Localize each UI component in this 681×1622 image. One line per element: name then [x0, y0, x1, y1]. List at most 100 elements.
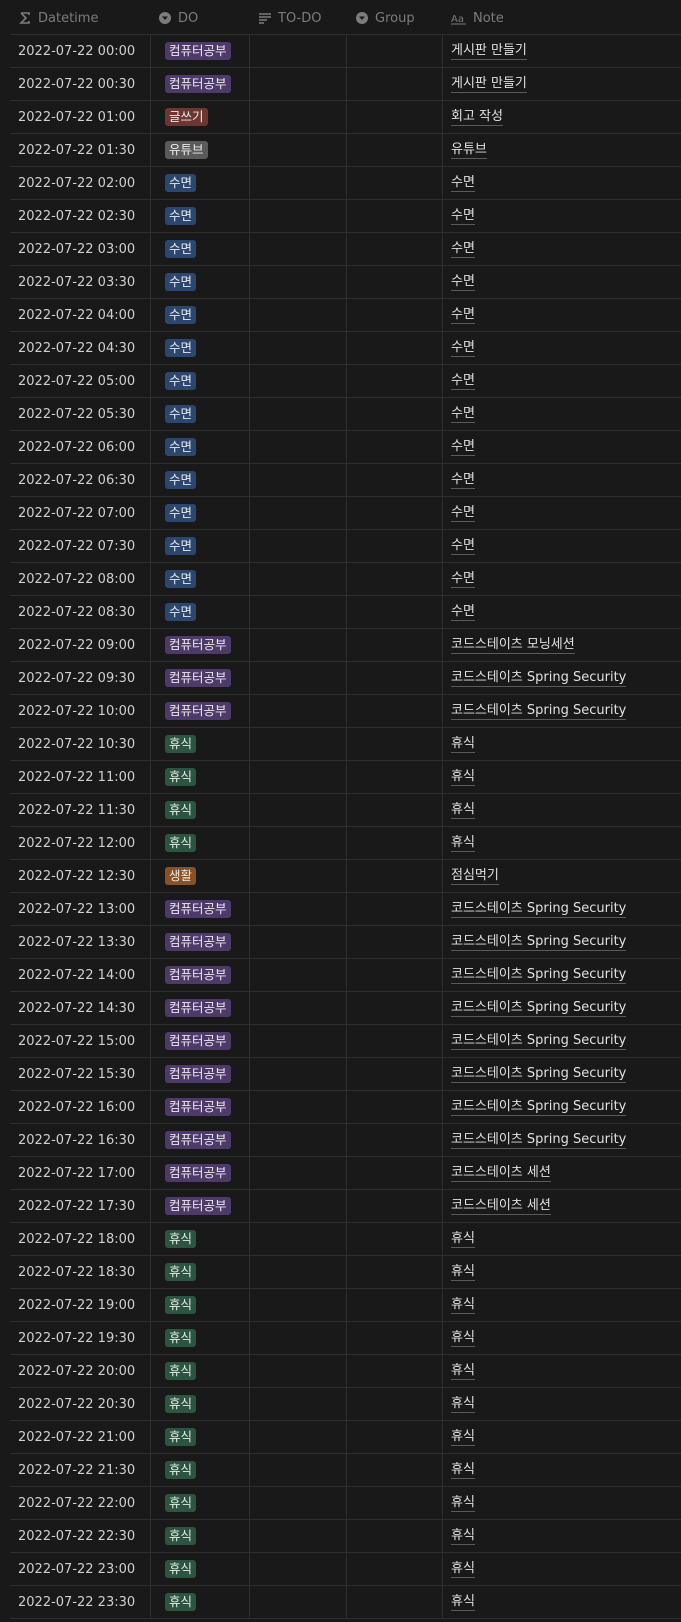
do-cell[interactable]: 휴식: [165, 728, 197, 760]
datetime-cell[interactable]: 2022-07-22 12:00: [18, 827, 135, 859]
group-cell[interactable]: [347, 992, 442, 1024]
group-cell[interactable]: [347, 233, 442, 265]
table-row[interactable]: 2022-07-22 05:30 수면 수면: [10, 398, 681, 431]
note-cell[interactable]: 코드스테이츠 Spring Security: [451, 992, 627, 1024]
todo-cell[interactable]: [250, 365, 346, 397]
note-cell[interactable]: 휴식: [451, 794, 475, 826]
datetime-cell[interactable]: 2022-07-22 10:30: [18, 728, 135, 760]
todo-cell[interactable]: [250, 563, 346, 595]
do-cell[interactable]: 수면: [165, 233, 197, 265]
note-cell[interactable]: 휴식: [451, 1256, 475, 1288]
todo-cell[interactable]: [250, 926, 346, 958]
do-cell[interactable]: 컴퓨터공부: [165, 926, 231, 958]
group-cell[interactable]: [347, 1124, 442, 1156]
table-row[interactable]: 2022-07-22 15:30 컴퓨터공부 코드스테이츠 Spring Secur…: [10, 1058, 681, 1091]
todo-cell[interactable]: [250, 827, 346, 859]
datetime-cell[interactable]: 2022-07-22 07:00: [18, 497, 135, 529]
datetime-cell[interactable]: 2022-07-22 19:00: [18, 1289, 135, 1321]
todo-cell[interactable]: [250, 1289, 346, 1321]
do-cell[interactable]: 휴식: [165, 1289, 197, 1321]
do-cell[interactable]: 휴식: [165, 1487, 197, 1519]
note-cell[interactable]: 수면: [451, 365, 475, 397]
datetime-cell[interactable]: 2022-07-22 00:30: [18, 68, 135, 100]
group-cell[interactable]: [347, 1355, 442, 1387]
group-cell[interactable]: [347, 926, 442, 958]
note-cell[interactable]: 코드스테이츠 세션: [451, 1157, 551, 1189]
datetime-cell[interactable]: 2022-07-22 06:30: [18, 464, 135, 496]
todo-cell[interactable]: [250, 1355, 346, 1387]
do-cell[interactable]: 수면: [165, 266, 197, 298]
do-cell[interactable]: 컴퓨터공부: [165, 68, 231, 100]
note-cell[interactable]: 수면: [451, 596, 475, 628]
do-cell[interactable]: 수면: [165, 497, 197, 529]
table-row[interactable]: 2022-07-22 14:00 컴퓨터공부 코드스테이츠 Spring Secur…: [10, 959, 681, 992]
table-row[interactable]: 2022-07-22 04:00 수면 수면: [10, 299, 681, 332]
group-cell[interactable]: [347, 563, 442, 595]
group-cell[interactable]: [347, 1190, 442, 1222]
datetime-cell[interactable]: 2022-07-22 11:30: [18, 794, 135, 826]
note-cell[interactable]: 휴식: [451, 1388, 475, 1420]
table-row[interactable]: 2022-07-22 10:00 컴퓨터공부 코드스테이츠 Spring Secur…: [10, 695, 681, 728]
do-cell[interactable]: 수면: [165, 563, 197, 595]
note-cell[interactable]: 휴식: [451, 1289, 475, 1321]
todo-cell[interactable]: [250, 761, 346, 793]
table-row[interactable]: 2022-07-22 02:00 수면 수면: [10, 167, 681, 200]
todo-cell[interactable]: [250, 1223, 346, 1255]
datetime-cell[interactable]: 2022-07-22 04:30: [18, 332, 135, 364]
datetime-cell[interactable]: 2022-07-22 15:00: [18, 1025, 135, 1057]
group-cell[interactable]: [347, 1388, 442, 1420]
note-cell[interactable]: 휴식: [451, 1520, 475, 1552]
group-cell[interactable]: [347, 695, 442, 727]
column-header-todo[interactable]: TO-DO: [258, 2, 321, 34]
todo-cell[interactable]: [250, 233, 346, 265]
group-cell[interactable]: [347, 1454, 442, 1486]
group-cell[interactable]: [347, 332, 442, 364]
column-header-do[interactable]: DO: [158, 2, 198, 34]
group-cell[interactable]: [347, 761, 442, 793]
todo-cell[interactable]: [250, 398, 346, 430]
todo-cell[interactable]: [250, 1520, 346, 1552]
datetime-cell[interactable]: 2022-07-22 09:30: [18, 662, 135, 694]
datetime-cell[interactable]: 2022-07-22 21:00: [18, 1421, 135, 1453]
datetime-cell[interactable]: 2022-07-22 04:00: [18, 299, 135, 331]
todo-cell[interactable]: [250, 530, 346, 562]
datetime-cell[interactable]: 2022-07-22 02:00: [18, 167, 135, 199]
group-cell[interactable]: [347, 68, 442, 100]
datetime-cell[interactable]: 2022-07-22 08:00: [18, 563, 135, 595]
datetime-cell[interactable]: 2022-07-22 01:30: [18, 134, 135, 166]
datetime-cell[interactable]: 2022-07-22 15:30: [18, 1058, 135, 1090]
table-row[interactable]: 2022-07-22 06:00 수면 수면: [10, 431, 681, 464]
note-cell[interactable]: 코드스테이츠 Spring Security: [451, 1058, 627, 1090]
do-cell[interactable]: 컴퓨터공부: [165, 959, 231, 991]
note-cell[interactable]: 코드스테이츠 Spring Security: [451, 893, 627, 925]
group-cell[interactable]: [347, 1289, 442, 1321]
todo-cell[interactable]: [250, 1322, 346, 1354]
todo-cell[interactable]: [250, 266, 346, 298]
datetime-cell[interactable]: 2022-07-22 05:30: [18, 398, 135, 430]
note-cell[interactable]: 수면: [451, 167, 475, 199]
todo-cell[interactable]: [250, 1553, 346, 1585]
table-row[interactable]: 2022-07-22 12:30 생활 점심먹기: [10, 860, 681, 893]
datetime-cell[interactable]: 2022-07-22 11:00: [18, 761, 135, 793]
todo-cell[interactable]: [250, 1157, 346, 1189]
datetime-cell[interactable]: 2022-07-22 17:30: [18, 1190, 135, 1222]
note-cell[interactable]: 점심먹기: [451, 860, 499, 892]
todo-cell[interactable]: [250, 1256, 346, 1288]
datetime-cell[interactable]: 2022-07-22 23:00: [18, 1553, 135, 1585]
do-cell[interactable]: 글쓰기: [165, 101, 208, 133]
group-cell[interactable]: [347, 1091, 442, 1123]
todo-cell[interactable]: [250, 134, 346, 166]
note-cell[interactable]: 휴식: [451, 827, 475, 859]
table-row[interactable]: 2022-07-22 10:30 휴식 휴식: [10, 728, 681, 761]
todo-cell[interactable]: [250, 1454, 346, 1486]
datetime-cell[interactable]: 2022-07-22 14:00: [18, 959, 135, 991]
group-cell[interactable]: [347, 134, 442, 166]
datetime-cell[interactable]: 2022-07-22 16:00: [18, 1091, 135, 1123]
datetime-cell[interactable]: 2022-07-22 03:00: [18, 233, 135, 265]
datetime-cell[interactable]: 2022-07-22 06:00: [18, 431, 135, 463]
datetime-cell[interactable]: 2022-07-22 14:30: [18, 992, 135, 1024]
do-cell[interactable]: 유튜브: [165, 134, 208, 166]
group-cell[interactable]: [347, 794, 442, 826]
note-cell[interactable]: 수면: [451, 233, 475, 265]
note-cell[interactable]: 코드스테이츠 Spring Security: [451, 695, 627, 727]
